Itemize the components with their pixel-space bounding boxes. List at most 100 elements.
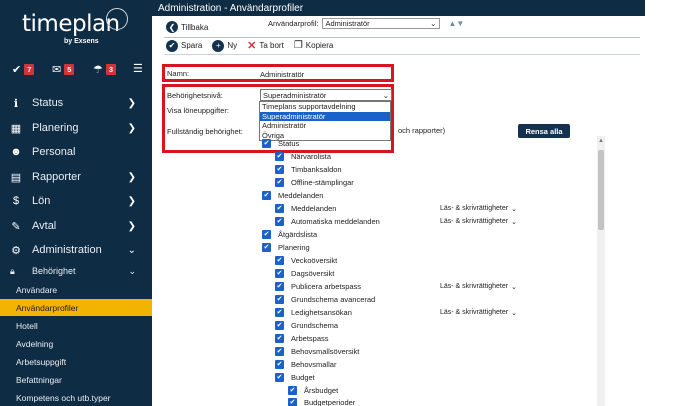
chevron-right-icon: ❯	[127, 171, 136, 183]
sidebar-subitem-avdelning[interactable]: Avdelning	[0, 335, 152, 352]
perm-item[interactable]: ✔ Ledighetsansökan	[275, 306, 352, 319]
checkbox-checked-icon[interactable]: ✔	[275, 282, 284, 291]
sidebar-subgroup-behorighet[interactable]: 🔒︎ Behörighet ⌄	[0, 263, 152, 279]
sidebar-item-status[interactable]: ℹ Status ❯	[0, 92, 152, 114]
messages-counter[interactable]: ✉ 5	[52, 60, 75, 78]
checkbox-checked-icon[interactable]: ✔	[288, 398, 297, 406]
sidebar-subitem-anvandare[interactable]: Användare	[0, 281, 152, 298]
checkbox-checked-icon[interactable]: ✔	[275, 204, 284, 213]
perm-item[interactable]: ✔ Offline-stämplingar	[275, 176, 354, 189]
toolbar: ✔ Spara + Ny ✕ Ta bort ❐ Kopiera	[166, 39, 333, 52]
copy-label: Kopiera	[305, 41, 334, 50]
save-label: Spara	[181, 41, 203, 50]
sidebar-item-label: Personal	[32, 146, 76, 158]
permissions-scrollbar[interactable]: ▲	[597, 136, 605, 406]
checkbox-checked-icon[interactable]: ✔	[275, 295, 284, 304]
perm-item[interactable]: ✔ Veckoöversikt	[275, 254, 337, 267]
new-button[interactable]: + Ny	[212, 39, 237, 52]
perm-item[interactable]: ✔ Arbetspass	[275, 332, 329, 345]
back-arrow-icon: ❮	[166, 21, 178, 33]
checkbox-checked-icon[interactable]: ✔	[288, 386, 297, 395]
perm-access-select[interactable]: Läs- & skrivrättigheter ⌄	[440, 203, 517, 214]
sidebar-item-rapporter[interactable]: ▤ Rapporter ❯	[0, 166, 152, 188]
checkbox-checked-icon[interactable]: ✔	[275, 347, 284, 356]
checkbox-checked-icon[interactable]: ✔	[275, 334, 284, 343]
save-button[interactable]: ✔ Spara	[166, 39, 203, 52]
checkbox-checked-icon[interactable]: ✔	[262, 243, 271, 252]
checkbox-checked-icon[interactable]: ✔	[275, 178, 284, 187]
tasks-counter[interactable]: ✔ 7	[12, 60, 35, 78]
checkbox-checked-icon[interactable]: ✔	[275, 269, 284, 278]
checkbox-checked-icon[interactable]: ✔	[275, 308, 284, 317]
sidebar-subitem-befattningar[interactable]: Befattningar	[0, 371, 152, 388]
perm-label: Budgetperioder	[304, 398, 356, 406]
level-option[interactable]: Timeplans supportavdelning	[260, 102, 390, 112]
perm-item[interactable]: ✔ Grundschema	[275, 319, 338, 332]
app-logo[interactable]: timeplan by Exsens	[22, 8, 132, 46]
sidebar-item-label: Avtal	[32, 220, 57, 232]
sidebar-item-avtal[interactable]: ✎ Avtal ❯	[0, 215, 152, 237]
leave-counter[interactable]: ☂ 3	[93, 60, 117, 78]
sidebar-item-lon[interactable]: $ Lön ❯	[0, 190, 152, 212]
checkbox-checked-icon[interactable]: ✔	[275, 217, 284, 226]
back-button[interactable]: ❮ Tillbaka	[166, 21, 208, 33]
level-option[interactable]: Administratör	[260, 121, 390, 131]
checkbox-checked-icon[interactable]: ✔	[275, 165, 284, 174]
leave-badge: 3	[105, 63, 117, 75]
sidebar-subitem-hotell[interactable]: Hotell	[0, 317, 152, 334]
perm-access-select[interactable]: Läs- & skrivrättigheter ⌄	[440, 281, 517, 292]
checkbox-checked-icon[interactable]: ✔	[275, 256, 284, 265]
sidebar-subitem-kompetens[interactable]: Kompetens och utb.typer	[0, 389, 152, 406]
perm-item[interactable]: ✔ Publicera arbetspass	[275, 280, 361, 293]
perm-item[interactable]: ✔ Grundschema avancerad	[275, 293, 375, 306]
name-field[interactable]: Administratör	[260, 70, 304, 79]
perm-item[interactable]: ✔ Behovsmallar	[275, 358, 336, 371]
checkbox-checked-icon[interactable]: ✔	[275, 321, 284, 330]
checkbox-checked-icon[interactable]: ✔	[262, 191, 271, 200]
perm-item[interactable]: ✔ Status	[262, 137, 299, 150]
money-icon: $	[12, 195, 20, 207]
sidebar-item-label: Administration	[32, 244, 102, 256]
sidebar-subitem-arbetsuppgift[interactable]: Arbetsuppgift	[0, 353, 152, 370]
clear-all-button[interactable]: Rensa alla	[518, 124, 570, 138]
level-option-selected[interactable]: Superadministratör	[260, 111, 390, 121]
perm-item[interactable]: ✔ Budget	[275, 371, 315, 384]
checkbox-checked-icon[interactable]: ✔	[262, 139, 271, 148]
perm-item[interactable]: ✔ Timbanksaldon	[275, 163, 342, 176]
sidebar-subitem-anvandarprofiler[interactable]: Användarprofiler	[0, 299, 152, 316]
sidebar-subitem-label: Användarprofiler	[16, 302, 79, 313]
perm-item[interactable]: ✔ Åtgärdslista	[262, 228, 317, 241]
level-label: Behörighetsnivå:	[167, 91, 223, 100]
profile-nav-arrows-icon[interactable]: ▲▼	[448, 19, 464, 28]
delete-button[interactable]: ✕ Ta bort	[247, 39, 284, 52]
chevron-down-icon: ⌄	[382, 90, 389, 100]
sidebar-subitem-label: Arbetsuppgift	[16, 356, 67, 367]
checkbox-checked-icon[interactable]: ✔	[275, 360, 284, 369]
list-menu-icon[interactable]: ☰	[133, 62, 143, 75]
perm-item[interactable]: ✔ Meddelanden	[262, 189, 323, 202]
perm-item[interactable]: ✔ Planering	[262, 241, 310, 254]
perm-item[interactable]: ✔ Behovsmallsöversikt	[275, 345, 359, 358]
sidebar-item-planering[interactable]: ▦ Planering ❯	[0, 117, 152, 139]
sidebar-item-personal[interactable]: ☻ Personal	[0, 141, 152, 163]
profile-select[interactable]: Administratör ⌄	[322, 18, 441, 29]
sidebar-subitem-label: Befattningar	[16, 374, 62, 385]
checkbox-checked-icon[interactable]: ✔	[275, 152, 284, 161]
checkbox-checked-icon[interactable]: ✔	[275, 373, 284, 382]
checkbox-checked-icon[interactable]: ✔	[262, 230, 271, 239]
perm-item[interactable]: ✔ Automatiska meddelanden	[275, 215, 380, 228]
sidebar-item-administration[interactable]: ⚙ Administration ⌄	[0, 239, 152, 261]
perm-access-select[interactable]: Läs- & skrivrättigheter ⌄	[440, 307, 517, 318]
perm-item[interactable]: ✔ Budgetperioder	[288, 396, 355, 406]
perm-item[interactable]: ✔ Meddelanden	[275, 202, 336, 215]
perm-label: Behovsmallar	[291, 360, 337, 369]
perm-access-select[interactable]: Läs- & skrivrättigheter ⌄	[440, 216, 517, 227]
perm-item[interactable]: ✔ Dagsöversikt	[275, 267, 334, 280]
scroll-up-icon[interactable]: ▲	[597, 138, 605, 144]
perm-item[interactable]: ✔ Närvarolista	[275, 150, 331, 163]
level-select[interactable]: Superadministratör ⌄	[260, 89, 392, 101]
chevron-down-icon: ⌄	[511, 309, 517, 317]
page-header: Administration - Användarprofiler	[152, 0, 645, 16]
copy-button[interactable]: ❐ Kopiera	[294, 40, 334, 51]
scrollbar-thumb[interactable]	[598, 150, 604, 230]
